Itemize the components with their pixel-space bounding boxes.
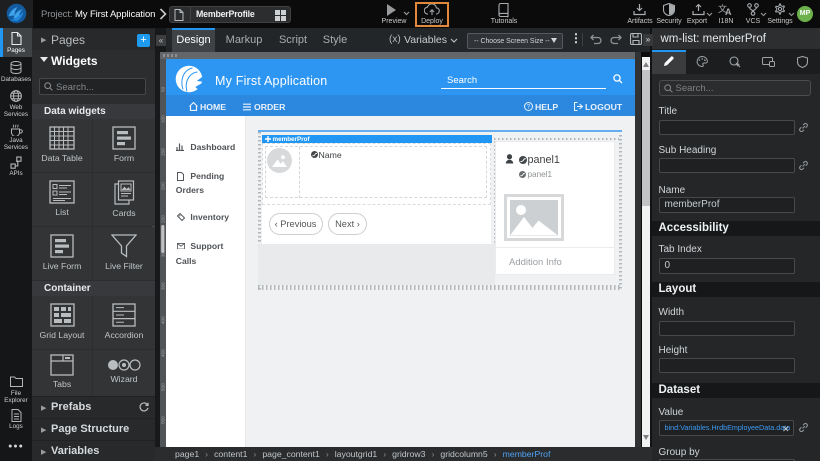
- svg-text:550: 550: [161, 415, 166, 423]
- svg-text:150: 150: [161, 147, 166, 155]
- svg-text:100: 100: [161, 114, 166, 122]
- svg-text:450: 450: [161, 348, 166, 356]
- svg-text:200: 200: [161, 181, 166, 189]
- svg-text:250: 250: [161, 214, 166, 222]
- svg-text:400: 400: [161, 315, 166, 323]
- svg-text:350: 350: [161, 281, 166, 289]
- svg-text:500: 500: [161, 382, 166, 390]
- svg-text:A: A: [725, 7, 732, 16]
- svg-text:50: 50: [161, 86, 166, 92]
